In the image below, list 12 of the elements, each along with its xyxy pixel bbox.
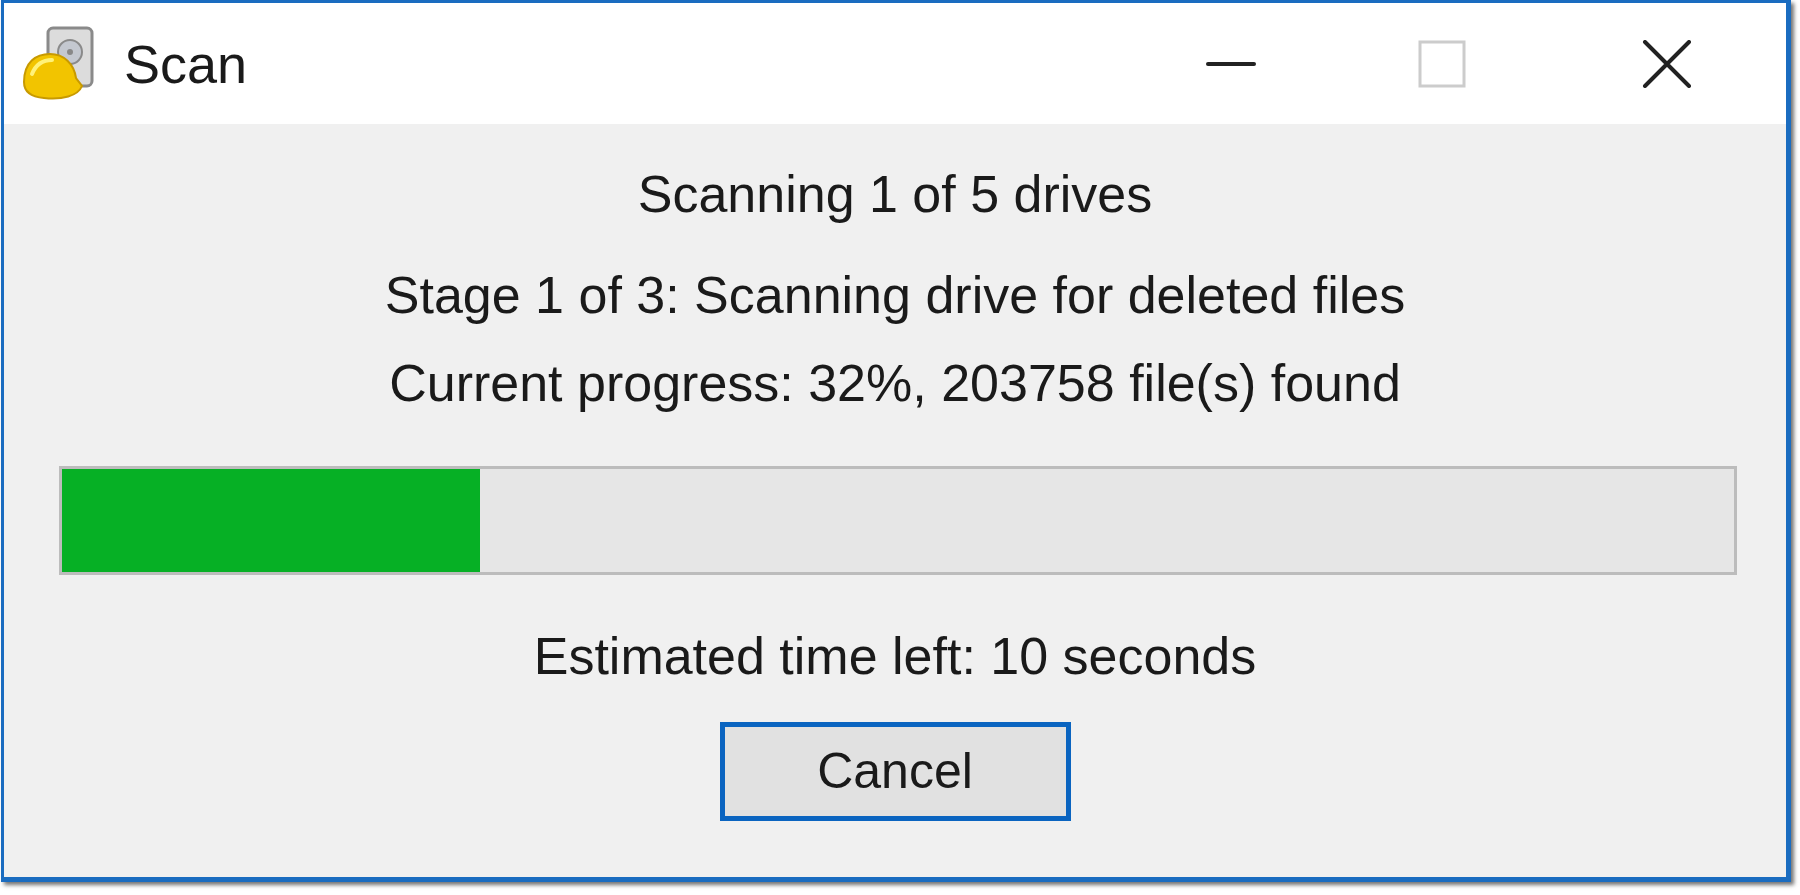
maximize-icon [1418, 39, 1466, 88]
minimize-icon [1206, 60, 1256, 67]
hard-hat-drive-icon [22, 25, 96, 102]
status-text: Stage 1 of 3: Scanning drive for deleted files [384, 267, 1406, 324]
status-text: Scanning 1 of 5 drives [637, 166, 1153, 223]
close-icon [1642, 39, 1692, 88]
window-title: Scan [124, 36, 248, 91]
close-button[interactable] [1642, 39, 1692, 88]
minimize-button[interactable] [1206, 60, 1256, 67]
status-text: Current progress: 32%, 203758 file(s) found [389, 355, 1401, 412]
cancel-button[interactable]: Cancel [719, 722, 1071, 821]
time-left-text: Estimated time left: 10 seconds [533, 628, 1257, 685]
